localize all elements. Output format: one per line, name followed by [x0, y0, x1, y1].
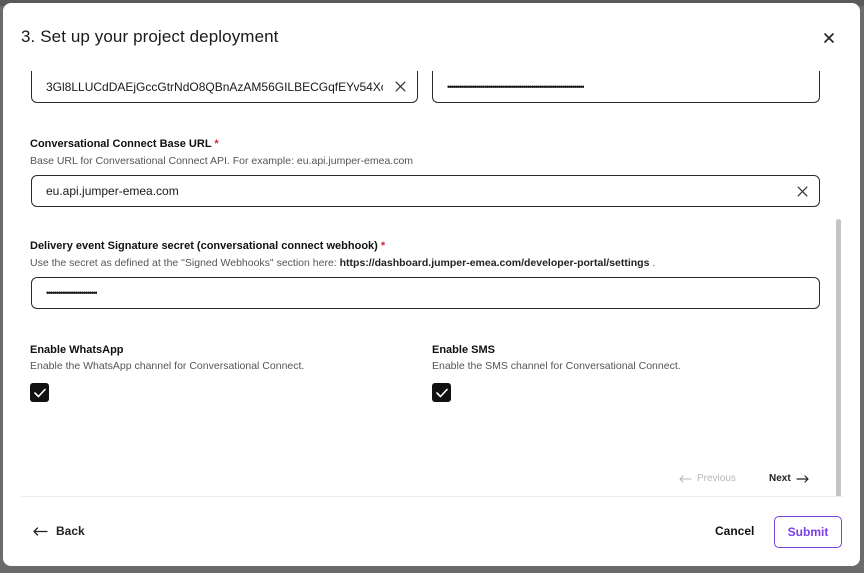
- close-icon: [824, 33, 834, 43]
- previous-page-button[interactable]: Previous: [679, 473, 736, 484]
- checkmark-icon: [33, 388, 46, 397]
- arrow-right-icon: [796, 474, 809, 483]
- submit-button[interactable]: Submit: [774, 516, 842, 548]
- base-url-value: eu.api.jumper-emea.com: [46, 184, 179, 198]
- modal-title: 3. Set up your project deployment: [21, 27, 279, 46]
- back-label: Back: [56, 524, 85, 538]
- sms-help: Enable the SMS channel for Conversationa…: [432, 360, 681, 372]
- clear-client-id-button[interactable]: [393, 80, 407, 94]
- next-page-button[interactable]: Next: [769, 473, 809, 484]
- client-secret-input[interactable]: ••••••••••••••••••••••••••••••••••••••••…: [432, 71, 820, 103]
- previous-label: Previous: [697, 473, 736, 484]
- close-icon: [394, 81, 406, 92]
- whatsapp-checkbox[interactable]: [30, 383, 49, 402]
- sms-label: Enable SMS: [432, 344, 495, 356]
- client-id-value: 3Gl8LLUCdDAEjGccGtrNdO8QBnAzAM56GILBECGq…: [46, 79, 383, 94]
- cancel-button[interactable]: Cancel: [715, 524, 754, 538]
- signature-help-suffix: .: [649, 257, 656, 269]
- footer-divider: [21, 496, 843, 497]
- form-scroll-area[interactable]: 3Gl8LLUCdDAEjGccGtrNdO8QBnAzAM56GILBECGq…: [3, 69, 843, 496]
- base-url-label: Conversational Connect Base URL *: [30, 138, 219, 150]
- checkmark-icon: [435, 388, 448, 397]
- client-secret-value: ••••••••••••••••••••••••••••••••••••••••…: [447, 81, 584, 92]
- developer-portal-link[interactable]: https://dashboard.jumper-emea.com/develo…: [340, 257, 650, 269]
- signature-help-prefix: Use the secret as defined at the "Signed…: [30, 257, 340, 269]
- client-id-input[interactable]: 3Gl8LLUCdDAEjGccGtrNdO8QBnAzAM56GILBECGq…: [31, 71, 418, 103]
- required-mark: *: [214, 138, 219, 150]
- arrow-left-icon: [33, 526, 48, 536]
- next-label: Next: [769, 473, 791, 484]
- close-icon: [796, 185, 808, 197]
- arrow-left-icon: [679, 474, 692, 483]
- back-button[interactable]: Back: [33, 524, 85, 538]
- signature-secret-label-text: Delivery event Signature secret (convers…: [30, 240, 378, 252]
- signature-secret-input[interactable]: ••••••••••••••••••••••••••: [31, 277, 820, 309]
- whatsapp-label: Enable WhatsApp: [30, 344, 124, 356]
- close-button[interactable]: [820, 29, 838, 47]
- modal-header: 3. Set up your project deployment: [3, 3, 860, 71]
- scrollbar-thumb[interactable]: [836, 219, 841, 497]
- signature-secret-label: Delivery event Signature secret (convers…: [30, 240, 385, 252]
- signature-secret-value: ••••••••••••••••••••••••••: [46, 288, 97, 298]
- required-mark: *: [380, 240, 386, 252]
- whatsapp-help: Enable the WhatsApp channel for Conversa…: [30, 360, 305, 372]
- deployment-modal: 3. Set up your project deployment 3Gl8LL…: [3, 3, 860, 566]
- base-url-input[interactable]: eu.api.jumper-emea.com: [31, 175, 820, 207]
- base-url-help: Base URL for Conversational Connect API.…: [30, 155, 414, 167]
- clear-base-url-button[interactable]: [795, 184, 809, 198]
- base-url-label-text: Conversational Connect Base URL: [30, 138, 212, 150]
- signature-secret-help: Use the secret as defined at the "Signed…: [30, 257, 655, 269]
- sms-checkbox[interactable]: [432, 383, 451, 402]
